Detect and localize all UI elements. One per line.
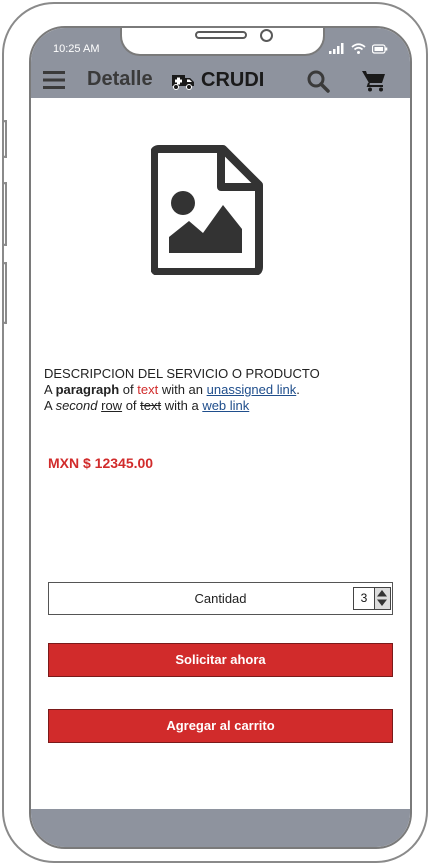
unassigned-link[interactable]: unassigned link [207,382,297,397]
underlined-text: row [101,398,123,413]
web-link[interactable]: web link [202,398,249,413]
italic-text: second [55,398,98,413]
quantity-selector: Cantidad 3 [48,582,393,615]
signal-icon [329,43,344,54]
red-text: text [137,382,159,397]
stepper-arrows[interactable] [374,588,390,609]
bold-text: paragraph [55,382,120,397]
brand-name: CRUDI [201,69,265,91]
status-icons [329,43,388,54]
strikethrough-text: text [140,398,162,413]
mute-switch [2,120,7,158]
brand-logo: CRUDI [171,69,264,92]
page-title: Detalle [87,68,153,90]
product-price: MXN $ 12345.00 [48,455,154,471]
description-line-1: A paragraph of text with an unassigned l… [44,382,300,397]
quantity-stepper[interactable]: 3 [353,587,391,610]
search-icon[interactable] [306,69,330,93]
ambulance-icon [172,74,194,90]
description-line-2: A second row of text with a web link [44,398,250,413]
speaker [195,31,247,39]
stepper-down-icon[interactable] [375,598,389,608]
screen: 10:25 AM Detalle CRUDI DESCRIPCION DEL S… [29,26,412,849]
stepper-up-icon[interactable] [375,588,389,598]
product-description: DESCRIPCION DEL SERVICIO O PRODUCTO A pa… [44,366,344,414]
image-file-icon [151,145,263,275]
quantity-value[interactable]: 3 [354,588,374,609]
camera [260,29,273,42]
request-now-button[interactable]: Solicitar ahora [48,643,393,677]
quantity-label: Cantidad [194,591,247,606]
notch [120,28,325,56]
bottom-bar [31,809,410,847]
menu-icon[interactable] [43,71,65,89]
status-time: 10:25 AM [53,43,100,55]
phone-frame: 10:25 AM Detalle CRUDI DESCRIPCION DEL S… [2,2,428,863]
product-heading: DESCRIPCION DEL SERVICIO O PRODUCTO [44,366,320,381]
cart-icon[interactable] [362,70,386,92]
wifi-icon [351,43,366,54]
volume-up-button [2,182,7,246]
battery-icon [372,44,388,54]
add-to-cart-button[interactable]: Agregar al carrito [48,709,393,743]
app-header: 10:25 AM Detalle CRUDI [31,28,410,98]
volume-down-button [2,262,7,324]
nav-row: Detalle CRUDI [31,66,410,98]
